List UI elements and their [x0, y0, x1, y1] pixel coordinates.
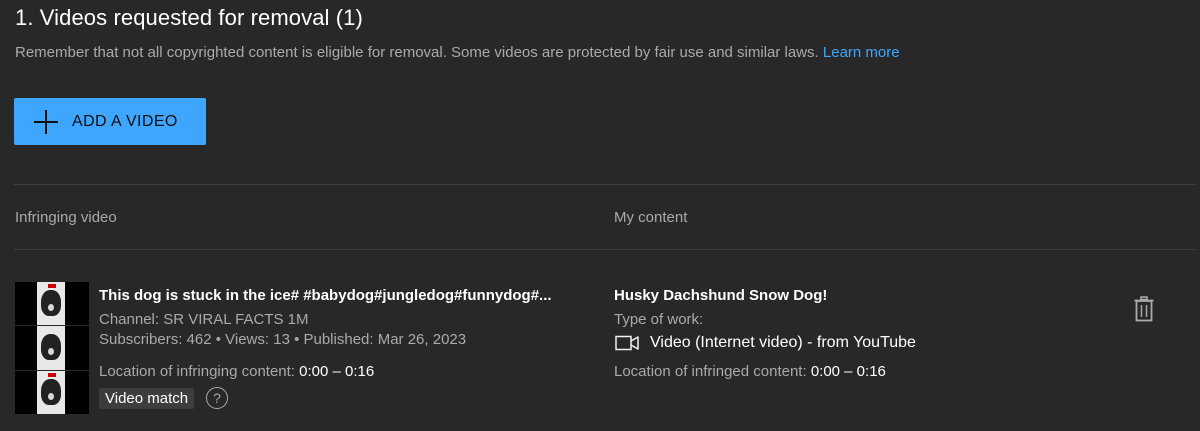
section-title: 1. Videos requested for removal (1)	[15, 5, 363, 30]
channel-name: Channel: SR VIRAL FACTS 1M	[99, 311, 309, 328]
infringing-location: Location of infringing content: 0:00 – 0…	[99, 362, 374, 382]
video-match-badge: Video match	[99, 388, 195, 409]
plus-icon	[33, 109, 59, 135]
add-video-button[interactable]: ADD A VIDEO	[14, 98, 206, 145]
type-of-work-value: Video (Internet video) - from YouTube	[614, 332, 916, 354]
fair-use-notice: Remember that not all copyrighted conten…	[15, 43, 900, 63]
video-camera-icon	[615, 335, 639, 351]
video-thumbnail[interactable]	[15, 282, 89, 414]
infringing-location-value: 0:00 – 0:16	[299, 363, 375, 380]
my-content-title[interactable]: Husky Dachshund Snow Dog!	[614, 286, 827, 306]
thumbnail-frame	[15, 282, 89, 326]
learn-more-link[interactable]: Learn more	[823, 44, 900, 61]
video-stats: Subscribers: 462 • Views: 13 • Published…	[99, 331, 467, 348]
type-of-work-label: Type of work:	[614, 311, 704, 328]
column-header-infringing: Infringing video	[15, 209, 117, 226]
column-header-my-content: My content	[614, 209, 688, 226]
notice-text: Remember that not all copyrighted conten…	[15, 44, 819, 61]
infringed-location-value: 0:00 – 0:16	[810, 363, 886, 380]
infringed-location-label: Location of infringed content:	[614, 363, 807, 380]
infringing-location-label: Location of infringing content:	[99, 363, 295, 380]
infringed-location: Location of infringed content: 0:00 – 0:…	[614, 362, 886, 382]
divider	[14, 249, 1195, 250]
divider	[14, 184, 1195, 185]
thumbnail-frame	[15, 370, 89, 414]
delete-icon[interactable]	[1134, 296, 1154, 322]
type-of-work-text: Video (Internet video) - from YouTube	[650, 334, 916, 351]
help-icon[interactable]: ?	[206, 387, 228, 409]
infringing-video-title[interactable]: This dog is stuck in the ice# #babydog#j…	[99, 286, 552, 306]
thumbnail-frame	[15, 326, 89, 370]
add-video-label: ADD A VIDEO	[72, 112, 178, 130]
